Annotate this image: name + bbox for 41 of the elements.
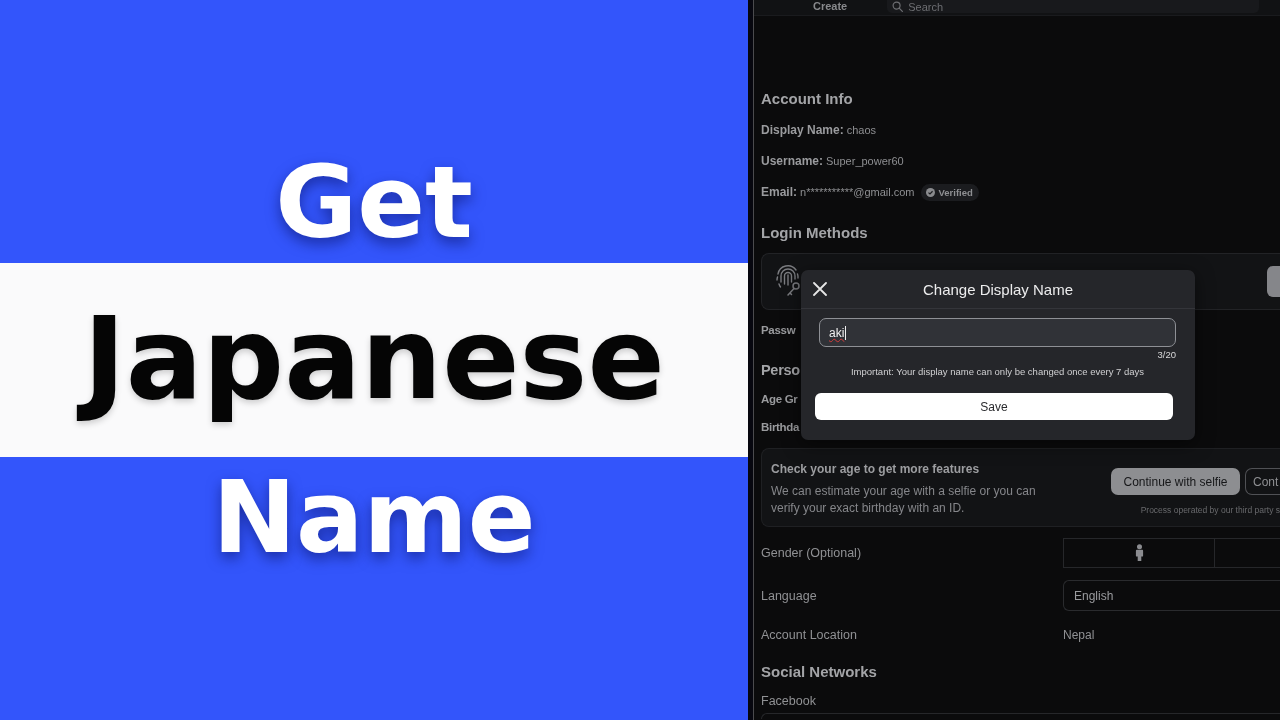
language-select[interactable]: English (1063, 580, 1280, 611)
field-label: Age Gr (761, 392, 798, 407)
close-icon[interactable] (813, 282, 827, 296)
headline-text: Get (275, 152, 473, 253)
continue-button[interactable]: Cont (1245, 468, 1280, 495)
field-label: Facebook (761, 693, 816, 709)
card-button[interactable] (1267, 266, 1280, 297)
field-value: Super_power60 (826, 155, 904, 167)
section-heading: Perso (761, 361, 800, 379)
setting-value: Nepal (1063, 628, 1095, 642)
setting-label: Language (761, 588, 818, 603)
setting-label: Account Location (761, 628, 858, 642)
headline-text: Name (212, 467, 536, 568)
age-check-note: Process operated by our third party s (1139, 504, 1280, 516)
field-label: Passw (761, 323, 796, 338)
dialog-title: Change Display Name (922, 280, 1074, 298)
search-placeholder: Search (908, 0, 944, 13)
save-button[interactable]: Save (815, 393, 1173, 420)
setting-label: Gender (Optional) (761, 546, 863, 560)
age-check-title: Check your age to get more features (771, 462, 980, 476)
section-heading: Account Info (761, 90, 853, 108)
field-value: n***********@gmail.com (800, 186, 915, 198)
character-counter: 3/20 (1156, 349, 1176, 361)
continue-button[interactable]: Continue with selfie (1111, 468, 1240, 495)
section-heading: Login Methods (761, 224, 868, 242)
section-heading: Social Networks (761, 663, 877, 681)
headline-text: Japanese (75, 291, 673, 428)
display-name-input[interactable]: aki (819, 318, 1176, 347)
field-label: Birthda (761, 420, 800, 435)
notice-text: Important: Your display name can only be changed once every 7 days (849, 366, 1146, 378)
field-label: Username: (761, 154, 824, 168)
field-value: chaos (846, 124, 877, 136)
age-check-text: We can estimate your age with a selfie or you can verify your exact birthday with an ID. (771, 483, 1037, 517)
check-circle-icon (925, 187, 935, 197)
field-label: Email: (761, 185, 797, 199)
person-icon (1134, 544, 1144, 562)
nav-link[interactable]: Create (813, 0, 848, 13)
search-icon (892, 1, 904, 12)
field-label: Display Name: (761, 123, 844, 137)
search-field[interactable]: Search (887, 0, 1260, 13)
badge-label: Verified (938, 186, 973, 198)
